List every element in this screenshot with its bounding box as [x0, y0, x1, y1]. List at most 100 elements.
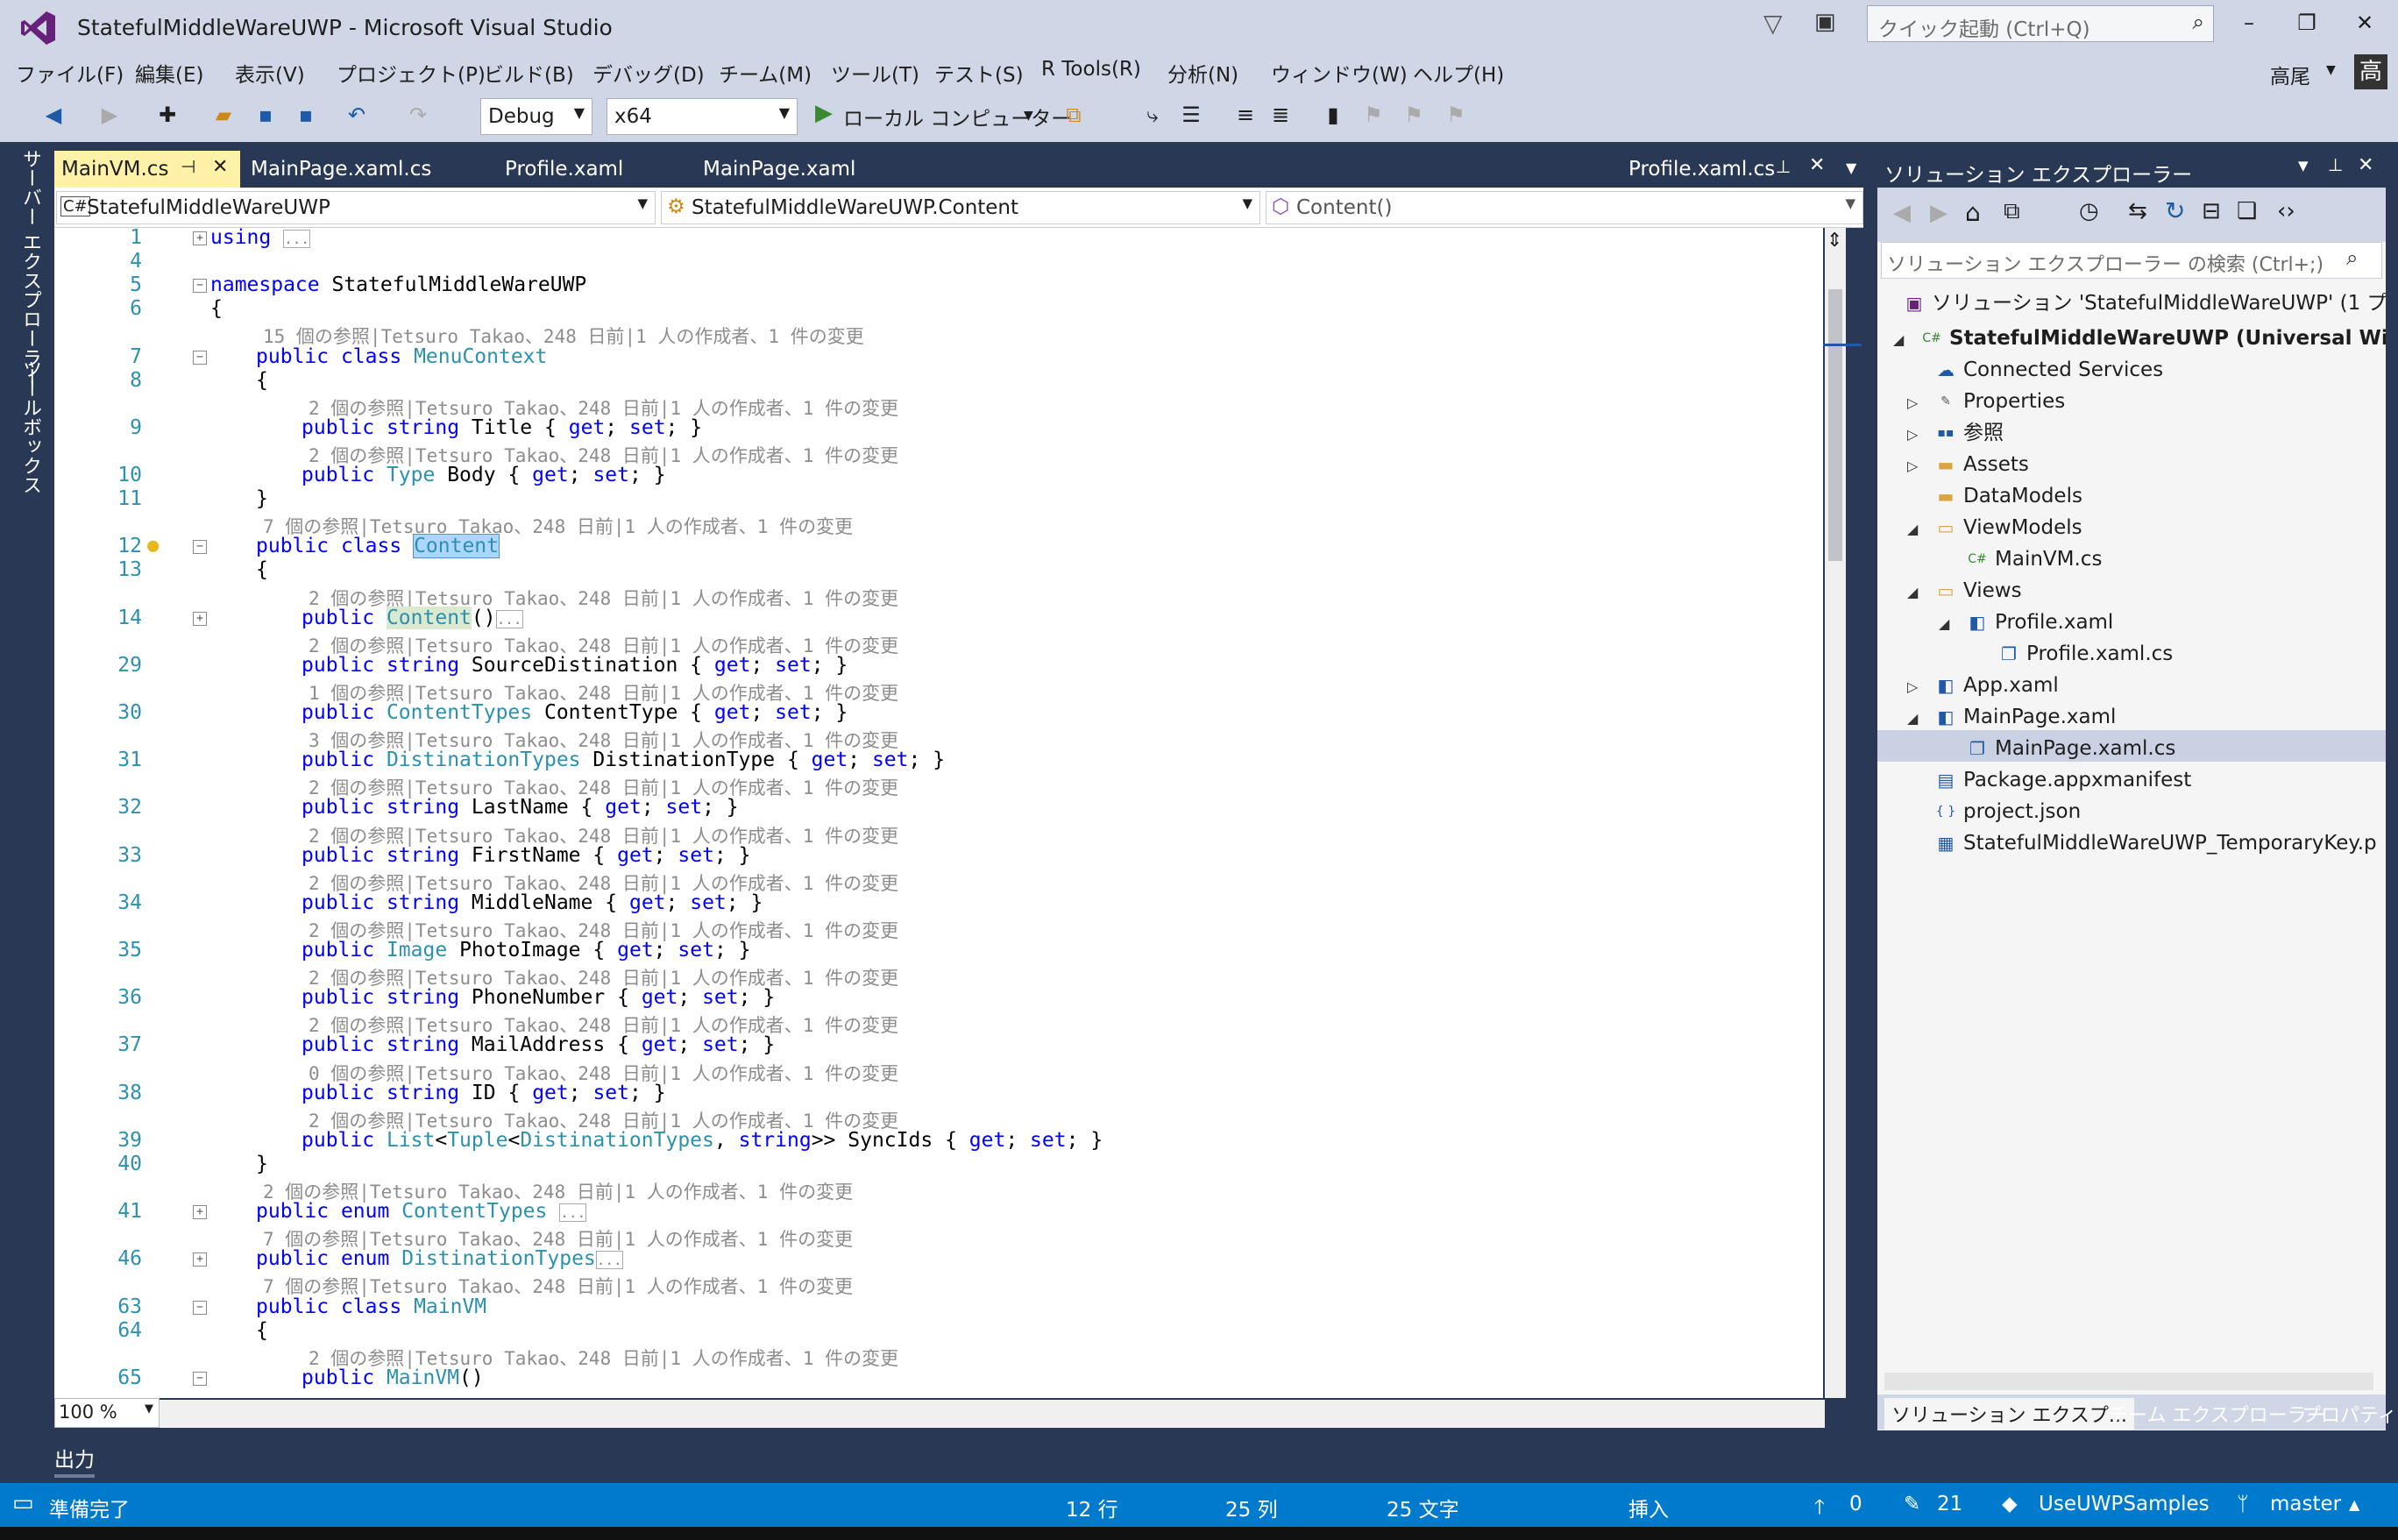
chevron-down-icon[interactable]: ▼ — [2298, 158, 2309, 174]
history-icon[interactable]: ◷ — [2079, 198, 2099, 224]
code-text[interactable]: public string ID { get; set; } — [302, 1082, 666, 1104]
new-project-icon[interactable]: ✚ — [154, 102, 181, 128]
pin-icon[interactable]: ⊣ — [181, 156, 195, 177]
code-text[interactable]: namespace StatefulMiddleWareUWP — [210, 273, 586, 296]
menu-debug[interactable]: デバッグ(D) — [592, 58, 705, 88]
code-text[interactable]: public string SourceDistination { get; s… — [302, 654, 848, 677]
refresh-icon[interactable]: ↻ — [2165, 196, 2185, 225]
chevron-down-icon[interactable]: ▼ — [2326, 63, 2336, 77]
restore-button[interactable]: ❐ — [2289, 11, 2324, 37]
code-text[interactable]: public enum ContentTypes ... — [256, 1200, 587, 1223]
collapse-arrow-icon[interactable]: ◢ — [1907, 710, 1918, 727]
code-view-icon[interactable]: ‹› — [2277, 198, 2295, 224]
tab-solution-explorer[interactable]: ソリューション エクスプ... — [1884, 1398, 2134, 1430]
zoom-select[interactable]: 100 % ▼ — [54, 1398, 160, 1428]
close-icon[interactable]: ✕ — [212, 156, 228, 178]
scrollbar-thumb[interactable] — [1828, 289, 1842, 561]
user-name[interactable]: 高尾 — [2270, 60, 2310, 89]
sync-icon[interactable]: ⇆ — [2128, 198, 2147, 224]
solution-tree-item[interactable]: project.json — [1963, 796, 2081, 827]
expand-arrow-icon[interactable]: ▷ — [1907, 678, 1918, 695]
class-dropdown[interactable]: ⚙ StatefulMiddleWareUWP.Content ▼ — [661, 191, 1260, 224]
codelens-line[interactable]: 2 個の参照|Tetsuro Takao、248 日前|1 人の作成者、1 件の… — [54, 962, 1823, 989]
horizontal-scrollbar[interactable] — [160, 1400, 1825, 1428]
menu-view[interactable]: 表示(V) — [235, 58, 305, 88]
expand-icon[interactable]: + — [193, 231, 207, 245]
menu-build[interactable]: ビルド(B) — [484, 58, 574, 88]
code-text[interactable]: public List<Tuple<DistinationTypes, stri… — [302, 1129, 1103, 1152]
codelens-line[interactable]: 2 個の参照|Tetsuro Takao、248 日前|1 人の作成者、1 件の… — [54, 1343, 1823, 1369]
code-text[interactable]: { — [256, 369, 268, 392]
output-panel-tab[interactable]: 出力 — [54, 1443, 95, 1473]
code-text[interactable]: public class Content — [256, 534, 500, 559]
code-line[interactable]: 38 public string ID { get; set; } — [54, 1082, 1823, 1105]
tab-dropdown-icon[interactable]: ▼ — [1846, 160, 1856, 176]
pin-icon[interactable]: ⊥ — [2328, 154, 2343, 175]
repo-icon[interactable]: ◆ — [2002, 1493, 2018, 1515]
solution-tree-item[interactable]: ViewModels — [1963, 512, 2082, 543]
code-text[interactable]: } — [256, 1153, 268, 1175]
code-line[interactable]: 5 − namespace StatefulMiddleWareUWP — [54, 273, 1823, 297]
quick-launch-input[interactable]: クイック起動 (Ctrl+Q) ⌕ — [1867, 5, 2214, 42]
toolbox-tab[interactable]: ツールボックス — [9, 359, 44, 494]
expand-arrow-icon[interactable]: ▷ — [1907, 458, 1918, 474]
solution-search-input[interactable]: ソリューション エクスプローラー の検索 (Ctrl+;) ⌕ — [1881, 242, 2382, 279]
menu-test[interactable]: テスト(S) — [934, 58, 1024, 88]
code-text[interactable]: public class MainVM — [256, 1295, 486, 1318]
status-repo[interactable]: UseUWPSamples — [2039, 1493, 2210, 1515]
code-line[interactable]: 65 − public MainVM() — [54, 1366, 1823, 1390]
code-line[interactable]: 13 { — [54, 558, 1823, 582]
close-window-button[interactable]: ✕ — [2347, 11, 2382, 37]
collapse-arrow-icon[interactable]: ◢ — [1907, 521, 1918, 537]
code-line[interactable]: 46 + public enum DistinationTypes... — [54, 1247, 1823, 1271]
menu-rtools[interactable]: R Tools(R) — [1041, 58, 1141, 81]
code-line[interactable]: 37 public string MailAddress { get; set; … — [54, 1033, 1823, 1057]
branch-icon[interactable]: ᛘ — [2237, 1493, 2249, 1515]
save-icon[interactable]: ▪ — [252, 102, 279, 128]
code-line[interactable]: 8{ — [54, 369, 1823, 393]
platform-select[interactable]: x64 ▼ — [607, 98, 798, 135]
expand-icon[interactable]: + — [193, 1205, 207, 1220]
back-icon[interactable]: ◀ — [1893, 200, 1911, 226]
codelens-line[interactable]: 2 個の参照|Tetsuro Takao、248 日前|1 人の作成者、1 件の… — [54, 772, 1823, 798]
collapse-arrow-icon[interactable]: ◢ — [1939, 615, 1949, 632]
code-line[interactable]: 29 public string SourceDistination { get;… — [54, 654, 1823, 678]
tab-mainpage-xaml[interactable]: MainPage.xaml — [703, 151, 855, 188]
expand-icon[interactable]: + — [193, 1253, 207, 1267]
solution-tree-item[interactable]: DataModels — [1963, 480, 2082, 512]
chevron-down-icon[interactable]: ▼ — [1024, 109, 1033, 123]
menu-team[interactable]: チーム(M) — [719, 58, 812, 88]
codelens-line[interactable]: 7 個の参照|Tetsuro Takao、248 日前|1 人の作成者、1 件の… — [54, 1271, 1823, 1297]
code-text[interactable]: public string FirstName { get; set; } — [302, 844, 751, 867]
codelens-line[interactable]: 1 個の参照|Tetsuro Takao、248 日前|1 人の作成者、1 件の… — [54, 678, 1823, 704]
code-line[interactable]: 39 public List<Tuple<DistinationTypes, st… — [54, 1129, 1823, 1153]
project-dropdown[interactable]: C# StatefulMiddleWareUWP ▼ — [56, 191, 656, 224]
codelens-line[interactable]: 2 個の参照|Tetsuro Takao、248 日前|1 人の作成者、1 件の… — [54, 583, 1823, 609]
codelens-line[interactable]: 7 個の参照|Tetsuro Takao、248 日前|1 人の作成者、1 件の… — [54, 511, 1823, 537]
code-text[interactable]: public string LastName { get; set; } — [302, 796, 739, 819]
collapse-icon[interactable]: − — [193, 1371, 207, 1386]
code-line[interactable]: 31 public DistinationTypes DistinationTyp… — [54, 749, 1823, 772]
code-text[interactable]: using ... — [210, 228, 311, 249]
open-folder-icon[interactable]: ▰ — [210, 102, 237, 128]
solution-tree-item[interactable]: Properties — [1963, 386, 2065, 417]
server-explorer-tab[interactable]: サーバー エクスプローラー — [9, 149, 44, 387]
solution-tree-item[interactable]: MainVM.cs — [1995, 543, 2102, 575]
home-icon[interactable]: ⌂ — [1965, 198, 1981, 227]
run-button[interactable]: ローカル コンピューター — [843, 102, 1071, 131]
code-line[interactable]: 7 − public class MenuContext — [54, 345, 1823, 369]
solution-tree-item[interactable]: Assets — [1963, 449, 2029, 480]
codelens-line[interactable]: 2 個の参照|Tetsuro Takao、248 日前|1 人の作成者、1 件の… — [54, 820, 1823, 847]
tab-profile-xaml-cs[interactable]: Profile.xaml.cs — [1628, 151, 1775, 188]
menu-file[interactable]: ファイル(F) — [16, 58, 124, 88]
menu-window[interactable]: ウィンドウ(W) — [1271, 58, 1408, 88]
switch-views-icon[interactable]: ⧉ — [2004, 198, 2020, 225]
code-text[interactable]: { — [256, 1319, 268, 1342]
code-text[interactable]: { — [210, 297, 223, 320]
solution-tree-item[interactable]: Profile.xaml — [1995, 607, 2113, 638]
next-bookmark-icon[interactable]: ⚑ — [1401, 102, 1427, 128]
feedback-icon[interactable]: ▣ — [1814, 9, 1836, 35]
step-icon[interactable]: ⤷ — [1139, 102, 1166, 128]
code-text[interactable]: public ContentTypes ContentType { get; s… — [302, 701, 848, 724]
codelens-line[interactable]: 2 個の参照|Tetsuro Takao、248 日前|1 人の作成者、1 件の… — [54, 868, 1823, 894]
